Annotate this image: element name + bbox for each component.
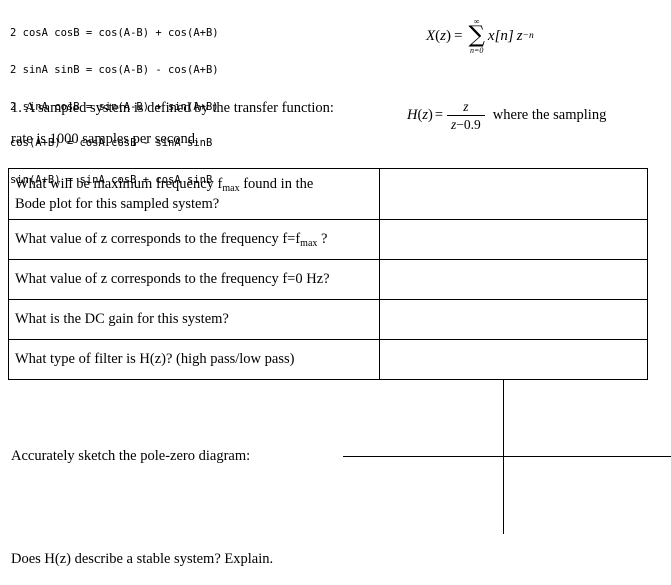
answer-cell[interactable]	[379, 168, 648, 220]
worksheet-page: 2 cosA cosB = cos(A-B) + cos(A+B) 2 sinA…	[0, 0, 671, 585]
table-row: What value of z corresponds to the frequ…	[8, 219, 648, 260]
table-row: What value of z corresponds to the frequ…	[8, 259, 648, 300]
fraction-numerator: z	[463, 99, 469, 114]
problem-statement-line1: 1. A sampled system is defined by the tr…	[11, 100, 334, 116]
question-cell: What will be maximum frequency fmax foun…	[8, 168, 380, 220]
z-transform-lhs-symbol: X	[426, 27, 436, 44]
question-text-part1: What value of z corresponds to the frequ…	[15, 271, 330, 287]
answer-cell[interactable]	[379, 299, 648, 340]
sketch-prompt-label: Accurately sketch the pole-zero diagram:	[11, 448, 251, 464]
question-cell: What type of filter is H(z)? (high pass/…	[8, 339, 380, 380]
answer-cell[interactable]	[379, 339, 648, 380]
pole-zero-horizontal-axis	[343, 456, 671, 457]
sigma-icon: ∑	[468, 22, 485, 48]
question-subscript: max	[222, 182, 240, 194]
question-text-part2: found in the	[239, 175, 314, 192]
trig-identity-line: 2 cosA cosB = cos(A-B) + cos(A+B)	[10, 27, 219, 40]
summation-lower-limit: n=0	[469, 45, 484, 55]
answer-cell[interactable]	[379, 219, 648, 260]
question-cell: What value of z corresponds to the frequ…	[8, 259, 380, 300]
trig-identity-line: 2 sinA sinB = cos(A-B) - cos(A+B)	[10, 64, 219, 77]
transfer-function-formula: H(z) = z z−0.9 where the sampling	[407, 99, 606, 132]
z-transform-sequence-index: [n]	[494, 27, 514, 44]
question-text-part1: What will be maximum frequency f	[15, 175, 223, 192]
table-row: What is the DC gain for this system?	[8, 299, 648, 340]
z-transform-formula: X(z) = ∞ ∑ n=0 x [n] z −n	[426, 18, 534, 55]
denominator-constant: −0.9	[456, 117, 481, 133]
table-row: What type of filter is H(z)? (high pass/…	[8, 339, 648, 380]
question-cell: What value of z corresponds to the frequ…	[8, 219, 380, 260]
z-transform-equals-sign: =	[454, 27, 463, 44]
question-text-part1: What value of z corresponds to the frequ…	[15, 230, 301, 247]
transfer-function-equals-sign: =	[434, 107, 444, 124]
problem-statement-line2: rate is 1000 samples per second.	[11, 131, 199, 147]
z-transform-sequence-symbol: x	[487, 27, 495, 44]
question-text-part1: What is the DC gain for this system?	[15, 311, 229, 327]
transfer-function-trailing-text: where the sampling	[492, 107, 607, 124]
summation-operator: ∞ ∑ n=0	[468, 18, 484, 55]
question-answer-table: What will be maximum frequency fmax foun…	[8, 168, 648, 380]
transfer-function-symbol: H	[407, 107, 418, 124]
question-text-part2: ?	[317, 230, 328, 247]
transfer-function-fraction: z z−0.9	[447, 99, 485, 132]
question-text-part1: What type of filter is H(z)? (high pass/…	[15, 351, 295, 367]
table-row: What will be maximum frequency fmax foun…	[8, 168, 648, 220]
question-text-line2: Bode plot for this sampled system?	[15, 195, 220, 212]
fraction-denominator: z−0.9	[447, 116, 485, 132]
question-subscript: max	[300, 237, 318, 249]
stability-question: Does H(z) describe a stable system? Expl…	[11, 551, 274, 567]
question-cell: What is the DC gain for this system?	[8, 299, 380, 340]
z-transform-exponent: −n	[522, 31, 534, 42]
answer-cell[interactable]	[379, 259, 648, 300]
